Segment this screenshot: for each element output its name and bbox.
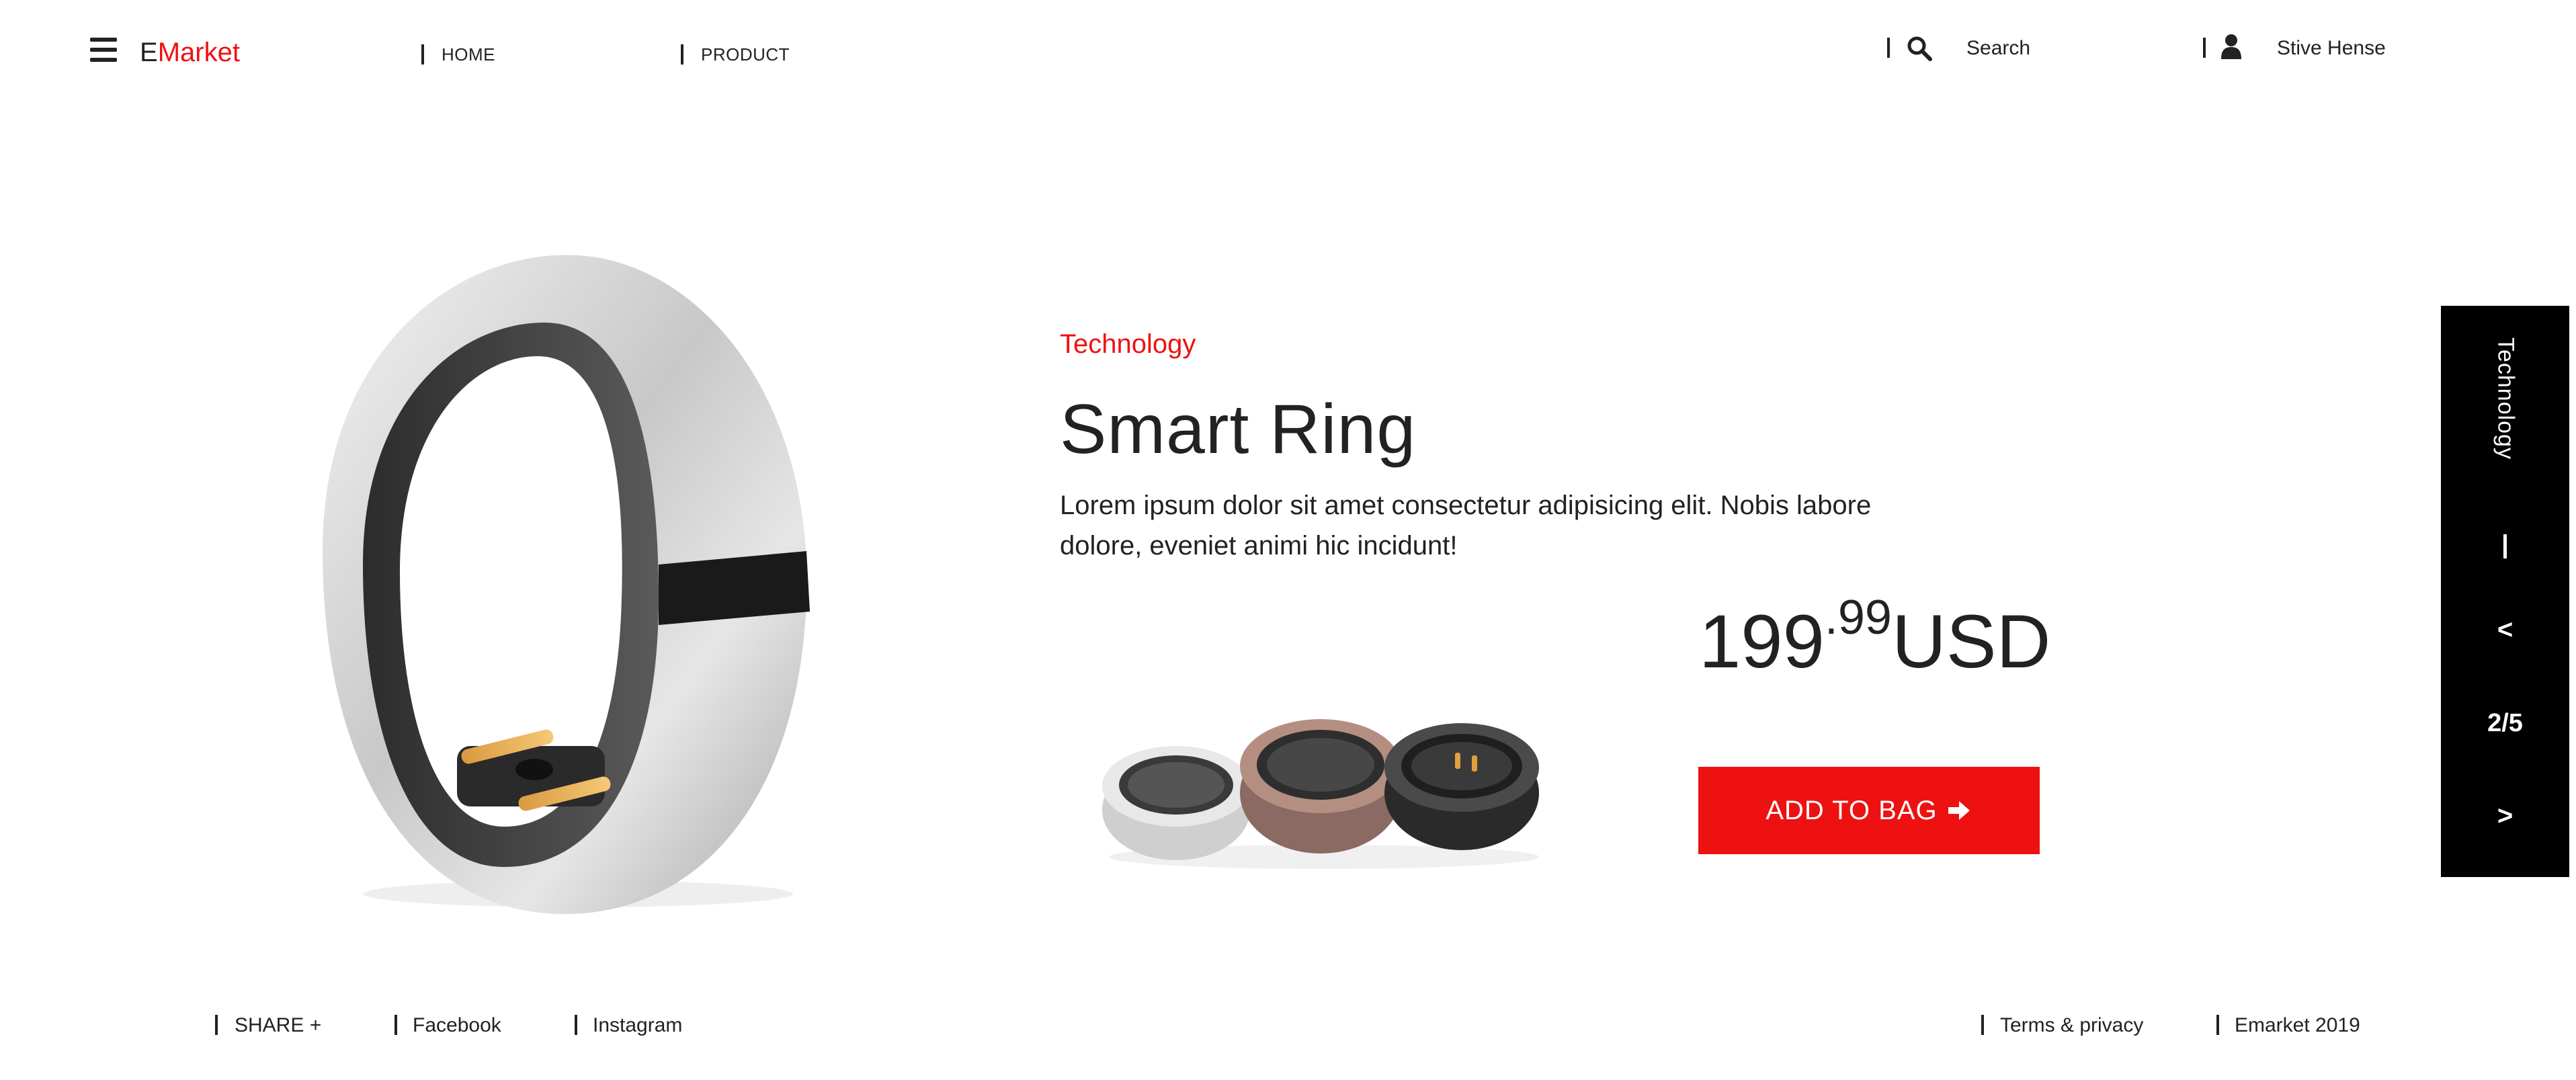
instagram-link[interactable]: Instagram	[593, 1013, 682, 1038]
slider-category: Technology	[2493, 337, 2518, 460]
slider-panel: Technology < 2/5 >	[2441, 306, 2569, 877]
footer-divider	[394, 1015, 397, 1035]
footer-divider	[2216, 1015, 2219, 1035]
search-icon[interactable]	[1906, 35, 1933, 62]
product-description: Lorem ipsum dolor sit amet consectetur a…	[1060, 491, 1872, 560]
footer-divider	[575, 1015, 577, 1035]
hamburger-icon[interactable]	[90, 38, 117, 62]
smart-ring-image	[323, 255, 810, 914]
user-divider	[2203, 38, 2206, 58]
product-title: Smart Ring	[1060, 390, 1417, 468]
share-link[interactable]: SHARE +	[235, 1013, 321, 1038]
slider-counter: 2/5	[2487, 709, 2523, 737]
nav-product-link[interactable]: PRODUCT	[701, 44, 790, 65]
nav-home-link[interactable]: HOME	[442, 44, 495, 65]
copyright-text: Emarket 2019	[2235, 1014, 2360, 1036]
facebook-link[interactable]: Facebook	[413, 1013, 501, 1038]
add-to-bag-button[interactable]: ADD TO BAG	[1698, 767, 2040, 854]
logo[interactable]: EMarket	[140, 34, 240, 71]
user-icon[interactable]	[2221, 34, 2241, 59]
footer-divider	[1981, 1015, 1984, 1035]
rings-variants-image	[1102, 719, 1539, 869]
nav-divider	[681, 44, 683, 65]
nav-divider	[421, 44, 424, 65]
product-category: Technology	[1060, 329, 1196, 359]
search-input[interactable]	[1966, 36, 2168, 60]
product-price: 199.99USD	[1699, 591, 2051, 683]
arrow-right-icon	[1948, 801, 1970, 820]
terms-link[interactable]: Terms & privacy	[2000, 1013, 2143, 1038]
user-name[interactable]: Stive Hense	[2277, 36, 2386, 60]
slider-divider	[2503, 534, 2507, 558]
slider-prev-button[interactable]: <	[2441, 615, 2569, 645]
search-divider	[1887, 38, 1890, 58]
footer-divider	[215, 1015, 218, 1035]
slider-next-button[interactable]: >	[2441, 801, 2569, 831]
